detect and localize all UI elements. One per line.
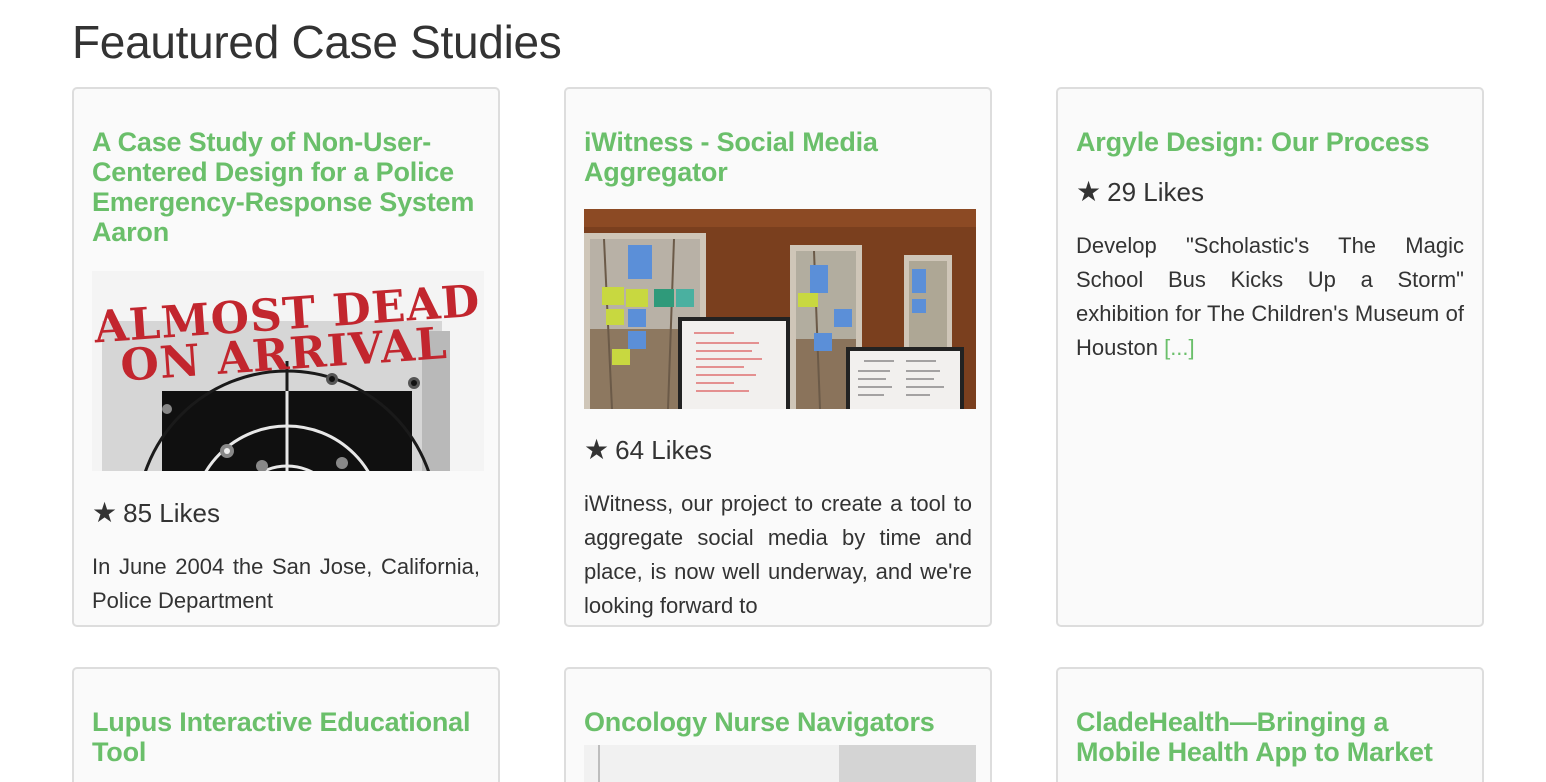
case-study-title-link[interactable]: CladeHealth—Bringing a Mobile Health App…	[1076, 707, 1464, 767]
page-title: Feautured Case Studies	[72, 16, 562, 68]
case-study-title-link[interactable]: Oncology Nurse Navigators	[584, 707, 972, 737]
almost-dead-on-arrival-image: ALMOST DEAD ON ARRIVAL	[92, 271, 484, 471]
likes-count: ★ 85 Likes	[92, 498, 480, 528]
likes-count: ★ 64 Likes	[584, 435, 972, 465]
sticky-notes-window-photo	[584, 209, 976, 409]
likes-count: ★ 29 Likes	[1076, 177, 1464, 207]
case-study-card: Oncology Nurse Navigators	[564, 667, 992, 782]
star-icon: ★	[92, 497, 118, 528]
case-study-card: CladeHealth—Bringing a Mobile Health App…	[1056, 667, 1484, 782]
case-study-excerpt: iWitness, our project to create a tool t…	[584, 491, 972, 618]
excerpt-text: Develop "Scholastic's The Magic School B…	[1076, 233, 1464, 360]
read-more-link[interactable]: [...]	[1164, 335, 1195, 360]
likes-label: 29 Likes	[1107, 177, 1204, 207]
case-study-thumbnail[interactable]	[584, 209, 976, 409]
case-study-thumbnail[interactable]: ALMOST DEAD ON ARRIVAL	[92, 271, 484, 471]
case-study-thumbnail[interactable]	[584, 745, 976, 782]
star-icon: ★	[584, 434, 610, 465]
case-study-card: Lupus Interactive Educational Tool	[72, 667, 500, 782]
likes-label: 85 Likes	[123, 498, 220, 528]
case-study-card: iWitness - Social Media Aggregator ★ 64 …	[564, 87, 992, 627]
case-study-title-link[interactable]: A Case Study of Non-User-Centered Design…	[92, 127, 480, 247]
case-study-card: A Case Study of Non-User-Centered Design…	[72, 87, 500, 627]
case-study-card: Argyle Design: Our Process ★ 29 Likes De…	[1056, 87, 1484, 627]
case-study-excerpt: In June 2004 the San Jose, California, P…	[92, 554, 480, 613]
case-study-title-link[interactable]: iWitness - Social Media Aggregator	[584, 127, 972, 187]
likes-label: 64 Likes	[615, 435, 712, 465]
case-study-excerpt: Develop "Scholastic's The Magic School B…	[1076, 229, 1464, 365]
star-icon: ★	[1076, 176, 1102, 207]
case-study-title-link[interactable]: Lupus Interactive Educational Tool	[92, 707, 480, 767]
case-studies-page: Feautured Case Studies A Case Study of N…	[0, 0, 1546, 782]
case-study-title-link[interactable]: Argyle Design: Our Process	[1076, 127, 1464, 157]
